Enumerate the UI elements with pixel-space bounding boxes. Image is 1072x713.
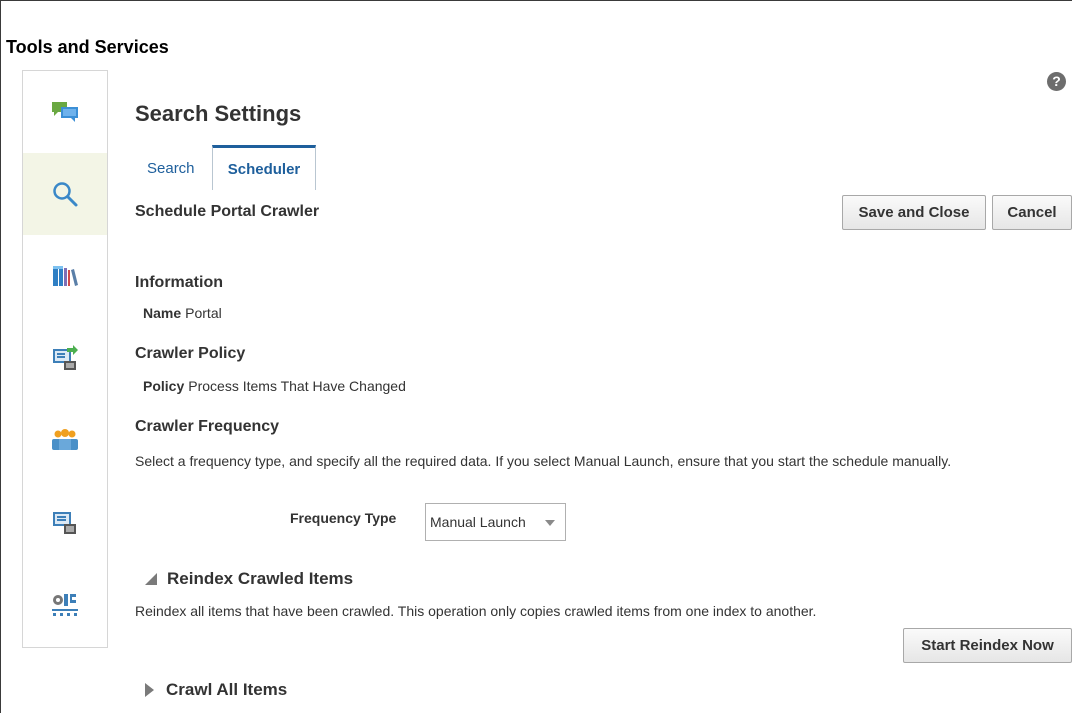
reindex-heading: Reindex Crawled Items	[167, 569, 354, 588]
network-transfer-icon	[50, 590, 80, 618]
policy-value: Process Items That Have Changed	[188, 378, 406, 394]
crawl-all-heading: Crawl All Items	[166, 680, 288, 699]
people-group-icon	[50, 428, 80, 452]
name-label: Name	[143, 305, 182, 321]
sidebar-item-users[interactable]	[23, 481, 107, 563]
library-books-icon	[51, 264, 79, 288]
frequency-type-label: Frequency Type	[290, 510, 397, 526]
tab-search[interactable]: Search	[135, 145, 212, 190]
triangle-expanded-icon	[145, 573, 157, 585]
tab-scheduler[interactable]: Scheduler	[212, 145, 316, 190]
page-title: Search Settings	[135, 101, 302, 126]
sidebar-item-library[interactable]	[23, 235, 107, 317]
sidebar-item-search[interactable]	[23, 153, 107, 235]
frequency-type-value: Manual Launch	[430, 514, 526, 530]
save-and-close-button[interactable]: Save and Close	[842, 195, 986, 230]
sidebar-item-people[interactable]	[23, 399, 107, 481]
cancel-button[interactable]: Cancel	[992, 195, 1072, 230]
help-icon[interactable]: ?	[1047, 72, 1066, 91]
search-icon	[51, 180, 79, 208]
policy-label: Policy	[143, 378, 185, 394]
crawler-frequency-description: Select a frequency type, and specify all…	[135, 453, 952, 469]
sidebar-item-export[interactable]	[23, 317, 107, 399]
reindex-disclosure[interactable]: Reindex Crawled Items	[145, 569, 353, 589]
frequency-type-select[interactable]: Manual Launch	[425, 503, 566, 541]
policy-row: Policy Process Items That Have Changed	[143, 378, 406, 394]
triangle-collapsed-icon	[145, 683, 154, 697]
tools-sidebar	[22, 70, 108, 648]
sidebar-item-collaboration[interactable]	[23, 71, 107, 153]
reindex-description: Reindex all items that have been crawled…	[135, 603, 817, 619]
sidebar-item-network[interactable]	[23, 563, 107, 645]
section-title: Schedule Portal Crawler	[135, 203, 320, 220]
start-reindex-button[interactable]: Start Reindex Now	[903, 628, 1072, 663]
crawl-all-disclosure[interactable]: Crawl All Items	[145, 680, 287, 700]
name-row: Name Portal	[143, 305, 222, 321]
crawler-frequency-heading: Crawler Frequency	[135, 418, 280, 435]
chevron-down-icon	[545, 520, 555, 526]
chat-bubbles-icon	[50, 100, 80, 124]
computer-users-icon	[51, 508, 79, 536]
export-computer-icon	[51, 344, 79, 372]
information-heading: Information	[135, 274, 223, 291]
app-title: Tools and Services	[6, 37, 169, 57]
crawler-policy-heading: Crawler Policy	[135, 345, 246, 362]
name-value: Portal	[185, 305, 222, 321]
